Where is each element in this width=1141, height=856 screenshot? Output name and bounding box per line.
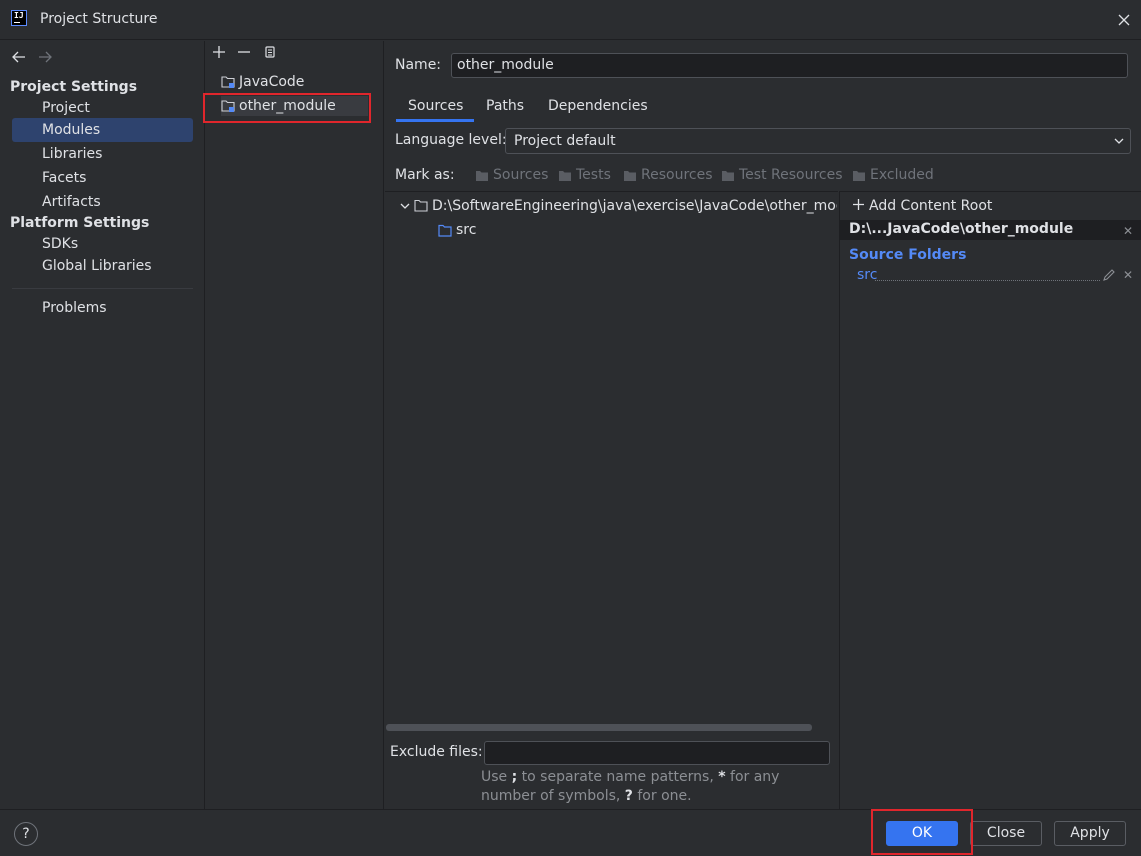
help-button[interactable]: ? bbox=[14, 822, 38, 846]
tab-sources[interactable]: Sources bbox=[408, 98, 463, 114]
title-bar bbox=[0, 0, 1141, 40]
exclude-files-hint: Use ; to separate name patterns, * for a… bbox=[481, 769, 780, 804]
tree-root-node[interactable]: D:\SoftwareEngineering\java\exercise\Jav… bbox=[400, 198, 837, 214]
sidebar-item-global-libraries[interactable]: Global Libraries bbox=[12, 254, 193, 278]
platform-settings-header: Platform Settings bbox=[10, 215, 150, 231]
back-arrow-icon[interactable] bbox=[11, 50, 27, 64]
logo-text: IJ bbox=[14, 11, 24, 20]
folder-icon bbox=[722, 171, 734, 181]
mark-resources-label: Resources bbox=[641, 167, 713, 183]
edit-pencil-icon[interactable] bbox=[1102, 268, 1116, 282]
add-icon[interactable] bbox=[211, 44, 227, 60]
module-name-input[interactable]: other_module bbox=[451, 53, 1128, 78]
remove-root-icon[interactable]: ✕ bbox=[1123, 224, 1133, 238]
highlight-box-module bbox=[203, 93, 371, 123]
folder-icon bbox=[476, 171, 488, 181]
remove-source-icon[interactable]: ✕ bbox=[1123, 268, 1133, 282]
close-icon[interactable] bbox=[1116, 12, 1132, 28]
mark-test-resources-label: Test Resources bbox=[739, 167, 843, 183]
folder-icon bbox=[414, 199, 428, 212]
dotted-leader bbox=[875, 280, 1100, 281]
mark-as-label: Mark as: bbox=[395, 167, 455, 183]
sidebar-item-project[interactable]: Project bbox=[12, 96, 193, 120]
sidebar-item-facets[interactable]: Facets bbox=[12, 166, 193, 190]
active-tab-indicator bbox=[396, 119, 474, 122]
content-roots-panel bbox=[839, 191, 1141, 809]
forward-arrow-icon[interactable] bbox=[37, 50, 53, 64]
folder-icon bbox=[624, 171, 636, 181]
sidebar-item-modules[interactable]: Modules bbox=[12, 118, 193, 142]
source-folder-icon bbox=[438, 224, 452, 237]
source-folders-label: Source Folders bbox=[849, 247, 967, 263]
exclude-files-label: Exclude files: bbox=[390, 744, 483, 760]
folder-icon bbox=[853, 171, 865, 181]
close-button[interactable]: Close bbox=[970, 821, 1042, 846]
chevron-down-icon[interactable] bbox=[400, 201, 410, 211]
mark-sources-label: Sources bbox=[493, 167, 549, 183]
tree-src-node[interactable]: src bbox=[438, 222, 476, 238]
sidebar-item-problems[interactable]: Problems bbox=[12, 296, 193, 320]
add-icon bbox=[853, 199, 864, 210]
mark-test-resources-button[interactable]: Test Resources bbox=[721, 167, 843, 183]
module-folder-icon bbox=[221, 76, 235, 88]
language-level-select[interactable]: Project default bbox=[505, 128, 1131, 154]
apply-button[interactable]: Apply bbox=[1054, 821, 1126, 846]
tree-root-label: D:\SoftwareEngineering\java\exercise\Jav… bbox=[432, 198, 837, 214]
mark-tests-button[interactable]: Tests bbox=[558, 167, 611, 183]
project-settings-header: Project Settings bbox=[10, 79, 138, 95]
tree-src-label: src bbox=[456, 222, 477, 238]
sidebar-item-sdks[interactable]: SDKs bbox=[12, 232, 193, 256]
mark-excluded-button[interactable]: Excluded bbox=[852, 167, 934, 183]
mark-resources-button[interactable]: Resources bbox=[623, 167, 713, 183]
name-label: Name: bbox=[395, 57, 442, 73]
horizontal-scrollbar[interactable] bbox=[386, 724, 812, 731]
tab-paths[interactable]: Paths bbox=[486, 98, 524, 114]
mark-excluded-label: Excluded bbox=[870, 167, 934, 183]
mark-sources-button[interactable]: Sources bbox=[475, 167, 548, 183]
sidebar-item-artifacts[interactable]: Artifacts bbox=[12, 190, 193, 214]
content-tree bbox=[385, 191, 838, 733]
intellij-logo-icon: IJ bbox=[11, 10, 27, 26]
mark-tests-label: Tests bbox=[576, 167, 611, 183]
module-list-panel bbox=[206, 41, 384, 809]
tab-dependencies[interactable]: Dependencies bbox=[548, 98, 648, 114]
content-root-path: D:\...JavaCode\other_module bbox=[849, 221, 1074, 237]
sidebar-item-libraries[interactable]: Libraries bbox=[12, 142, 193, 166]
copy-icon[interactable] bbox=[262, 44, 278, 60]
remove-icon[interactable] bbox=[236, 44, 252, 60]
language-level-label: Language level: bbox=[395, 132, 507, 148]
highlight-box-ok bbox=[871, 809, 973, 855]
add-content-root-label: Add Content Root bbox=[869, 198, 993, 214]
module-item-javacode[interactable]: JavaCode bbox=[221, 72, 304, 92]
add-content-root-button[interactable]: Add Content Root bbox=[852, 198, 992, 214]
chevron-down-icon bbox=[1114, 138, 1124, 144]
window-title: Project Structure bbox=[40, 11, 158, 27]
folder-icon bbox=[559, 171, 571, 181]
module-label: JavaCode bbox=[239, 74, 305, 90]
sidebar-divider bbox=[12, 288, 193, 289]
exclude-files-input[interactable] bbox=[484, 741, 830, 765]
